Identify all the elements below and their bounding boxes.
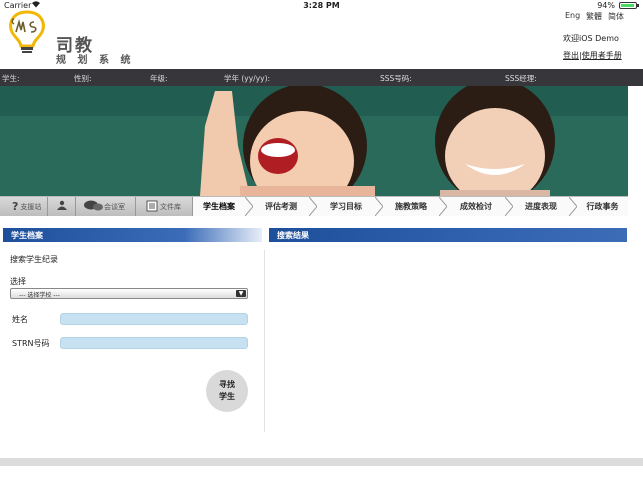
name-input[interactable] bbox=[60, 313, 248, 325]
dropdown-arrow-icon: ▼ bbox=[236, 290, 246, 297]
sss-manager-label: SSS经理: bbox=[505, 74, 537, 83]
help-icon: ? bbox=[12, 200, 19, 213]
find-student-label: 寻找 学生 bbox=[219, 380, 235, 401]
tab-separator-icon bbox=[375, 197, 383, 216]
tab-learning-goals[interactable]: 学习目标 bbox=[317, 197, 375, 216]
meeting-room-label: 会谈室 bbox=[104, 202, 125, 211]
school-year-label: 学年 (yy/yy): bbox=[224, 74, 271, 83]
student-label: 学生: bbox=[2, 74, 20, 83]
school-select[interactable]: --- 选择学校 --- ▼ bbox=[10, 288, 248, 299]
tab-administration[interactable]: 行政事务 bbox=[577, 197, 628, 216]
people-button[interactable] bbox=[48, 197, 76, 216]
welcome-text: 欢迎iOS Demo bbox=[563, 34, 619, 43]
name-label: 姓名 bbox=[12, 315, 28, 324]
search-results-panel-title: 搜索结果 bbox=[269, 228, 627, 242]
document-icon bbox=[146, 200, 158, 214]
lang-english-link[interactable]: Eng bbox=[565, 11, 580, 20]
tab-separator-icon bbox=[569, 197, 577, 216]
panel-divider bbox=[264, 250, 265, 432]
student-info-bar: 学生: 性别: 年级: 学年 (yy/yy): SSS号码: SSS经理: bbox=[0, 69, 643, 86]
tab-separator-icon bbox=[439, 197, 447, 216]
tab-separator-icon bbox=[309, 197, 317, 216]
tab-assessment[interactable]: 评估考测 bbox=[253, 197, 309, 216]
gender-label: 性别: bbox=[74, 74, 92, 83]
strn-input[interactable] bbox=[60, 337, 248, 349]
main-nav-bar: ? 支援站 会谈室 文件库 学生档案 评估考测 学习目标 施教策略 成效检讨 进… bbox=[0, 196, 628, 216]
module-tabs: 学生档案 评估考测 学习目标 施教策略 成效检讨 进度表现 行政事务 bbox=[193, 197, 628, 216]
chat-icon bbox=[84, 200, 104, 214]
tab-separator-icon bbox=[245, 197, 253, 216]
sss-number-label: SSS号码: bbox=[380, 74, 412, 83]
tab-teaching-strategy[interactable]: 施教策略 bbox=[383, 197, 439, 216]
search-heading: 搜索学生纪录 bbox=[10, 255, 58, 264]
user-manual-link[interactable]: 使用者手册 bbox=[582, 51, 622, 60]
document-library-label: 文件库 bbox=[160, 202, 181, 211]
school-select-label: 选择 bbox=[10, 277, 26, 286]
school-select-value: --- 选择学校 --- bbox=[19, 292, 60, 299]
app-subtitle: 规 划 系 统 bbox=[56, 55, 135, 66]
lang-simplified-link[interactable]: 简体 bbox=[608, 11, 624, 22]
tab-outcome-review[interactable]: 成效检讨 bbox=[447, 197, 505, 216]
footer-bar bbox=[0, 458, 643, 466]
student-profile-panel-title: 学生档案 bbox=[3, 228, 262, 242]
meeting-room-button[interactable]: 会谈室 bbox=[76, 197, 136, 216]
logout-link[interactable]: 登出 bbox=[563, 51, 579, 60]
lang-traditional-link[interactable]: 繁體 bbox=[586, 11, 602, 22]
people-icon bbox=[56, 200, 68, 213]
app-header: 司教 规 划 系 统 Eng 繁體 简体 欢迎iOS Demo 登出|使用者手册 bbox=[0, 0, 643, 69]
tab-student-profile[interactable]: 学生档案 bbox=[193, 197, 245, 216]
support-button[interactable]: ? 支援站 bbox=[0, 197, 48, 216]
grade-label: 年级: bbox=[150, 74, 168, 83]
lightbulb-logo-icon bbox=[4, 10, 50, 54]
tab-progress[interactable]: 进度表现 bbox=[513, 197, 569, 216]
header-links: 登出|使用者手册 bbox=[563, 50, 622, 61]
tab-separator-icon bbox=[505, 197, 513, 216]
find-student-button[interactable]: 寻找 学生 bbox=[206, 370, 248, 412]
strn-label: STRN号码 bbox=[12, 339, 50, 348]
document-library-button[interactable]: 文件库 bbox=[136, 197, 193, 216]
support-label: 支援站 bbox=[20, 202, 42, 211]
hero-banner-image bbox=[0, 86, 628, 196]
